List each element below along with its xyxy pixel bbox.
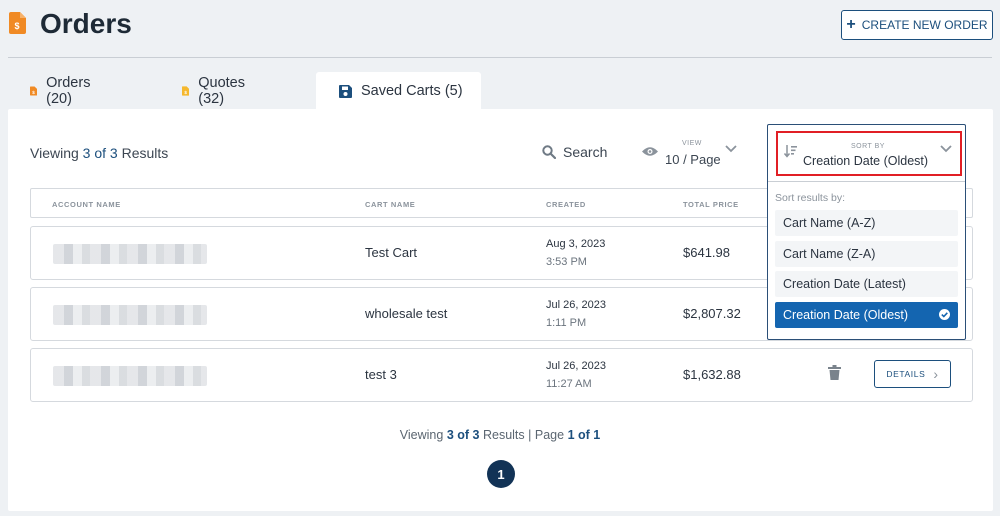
sort-option-label: Cart Name (A-Z)	[783, 216, 876, 230]
create-new-order-label: CREATE NEW ORDER	[861, 18, 988, 32]
orders-doc-icon: $	[30, 86, 38, 96]
search-button[interactable]: Search	[542, 144, 607, 160]
account-name-redacted	[53, 366, 207, 386]
sort-hint: Sort results by:	[775, 192, 846, 204]
pagination-page-button[interactable]: 1	[487, 460, 515, 488]
account-name-redacted	[53, 305, 207, 325]
total-price-cell: $1,632.88	[683, 367, 741, 382]
sort-by-label: SORT BY	[851, 143, 885, 150]
sort-divider	[768, 181, 965, 182]
pagination-summary: Viewing 3 of 3 Results | Page 1 of 1	[0, 428, 1000, 442]
results-prefix: Viewing	[30, 145, 79, 161]
view-label: VIEW	[682, 140, 702, 147]
created-date-cell: Aug 3, 2023	[546, 238, 606, 250]
svg-text:$: $	[14, 21, 19, 31]
page-header: $ Orders + CREATE NEW ORDER	[0, 0, 1000, 58]
column-header: CART NAME	[365, 200, 416, 209]
sort-option-cart-name-za[interactable]: Cart Name (Z-A)	[775, 241, 958, 267]
sort-option-creation-oldest[interactable]: Creation Date (Oldest)	[775, 302, 958, 328]
view-per-page-dropdown[interactable]: VIEW 10 / Page	[642, 140, 742, 172]
plus-icon: +	[846, 16, 856, 33]
create-new-order-button[interactable]: + CREATE NEW ORDER	[841, 10, 993, 40]
total-price-cell: $641.98	[683, 245, 730, 260]
results-count: Viewing 3 of 3 Results	[30, 145, 168, 161]
created-time-cell: 3:53 PM	[546, 256, 587, 268]
sort-option-cart-name-az[interactable]: Cart Name (A-Z)	[775, 210, 958, 236]
sort-option-label: Cart Name (Z-A)	[783, 247, 876, 261]
cart-name-cell: test 3	[365, 367, 397, 382]
view-value: 10 / Page	[665, 152, 721, 167]
tab-orders[interactable]: $ Orders (20)	[30, 72, 94, 110]
details-button[interactable]: DETAILS ›	[874, 360, 951, 388]
total-price-cell: $2,807.32	[683, 306, 741, 321]
sort-option-creation-latest[interactable]: Creation Date (Latest)	[775, 271, 958, 297]
column-header: CREATED	[546, 200, 586, 209]
svg-text:$: $	[184, 90, 187, 95]
quotes-doc-icon: $	[182, 86, 190, 96]
footer-page-prefix: Page	[534, 428, 565, 442]
details-label: DETAILS	[886, 369, 926, 379]
sort-option-label: Creation Date (Latest)	[783, 277, 906, 291]
sort-option-label: Creation Date (Oldest)	[783, 308, 909, 322]
created-time-cell: 1:11 PM	[546, 317, 587, 329]
cart-name-cell: wholesale test	[365, 306, 448, 321]
results-suffix: Results	[121, 145, 169, 161]
chevron-right-icon: ›	[933, 366, 939, 382]
search-label: Search	[563, 144, 608, 160]
header-divider	[8, 57, 992, 58]
eye-icon	[642, 147, 658, 156]
orders-doc-icon: $	[9, 12, 26, 34]
sort-by-value: Creation Date (Oldest)	[803, 154, 929, 168]
chevron-down-icon	[940, 145, 952, 153]
footer-viewing-suffix: Results	[482, 428, 525, 442]
tab-saved-carts-label: Saved Carts (5)	[361, 83, 463, 99]
created-date-cell: Jul 26, 2023	[546, 299, 606, 311]
footer-separator: |	[528, 428, 532, 442]
sort-by-toggle[interactable]: SORT BY Creation Date (Oldest)	[776, 131, 962, 176]
cart-name-cell: Test Cart	[365, 245, 418, 260]
tab-orders-label: Orders (20)	[46, 75, 91, 107]
sort-by-dropdown: SORT BY Creation Date (Oldest) Sort resu…	[767, 124, 966, 340]
column-header: TOTAL PRICE	[683, 200, 739, 209]
column-header: ACCOUNT NAME	[52, 200, 121, 209]
table-row: test 3 Jul 26, 2023 11:27 AM $1,632.88 D…	[30, 348, 973, 402]
sort-icon	[784, 145, 797, 158]
page-title: Orders	[40, 8, 132, 39]
footer-page-value: 1 of 1	[567, 428, 601, 442]
check-circle-icon	[939, 309, 950, 320]
save-disk-icon	[339, 84, 352, 98]
trash-icon[interactable]	[828, 365, 841, 380]
chevron-down-icon	[725, 145, 737, 153]
search-icon	[542, 145, 556, 159]
tab-quotes[interactable]: $ Quotes (32)	[182, 72, 249, 110]
tab-quotes-label: Quotes (32)	[198, 75, 245, 107]
results-count-value: 3 of 3	[82, 145, 118, 161]
footer-viewing-prefix: Viewing	[399, 428, 444, 442]
created-date-cell: Jul 26, 2023	[546, 360, 606, 372]
footer-viewing-count: 3 of 3	[446, 428, 480, 442]
tab-saved-carts[interactable]: Saved Carts (5)	[316, 72, 481, 110]
account-name-redacted	[53, 244, 207, 264]
created-time-cell: 11:27 AM	[546, 378, 592, 390]
